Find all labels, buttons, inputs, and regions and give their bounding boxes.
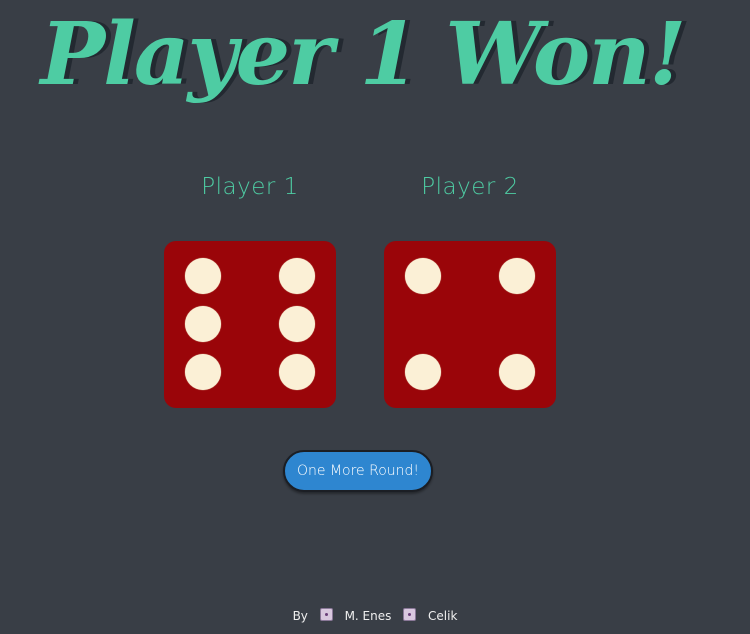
die-pip [499, 354, 535, 390]
die-pip [185, 258, 221, 294]
result-title: Player 1 Won! [40, 4, 687, 105]
player-1-die [164, 241, 336, 408]
player-1-label: Player 1 [201, 174, 299, 200]
die-icon [403, 608, 417, 621]
die-icon [319, 608, 333, 621]
footer-last-name: Celik [428, 609, 458, 623]
player-2-die [384, 241, 556, 408]
die-pip [405, 258, 441, 294]
footer-first-name: M. Enes [344, 609, 392, 623]
die-pip [185, 306, 221, 342]
footer-by: By [292, 609, 308, 623]
die-pip [279, 258, 315, 294]
die-pip [279, 354, 315, 390]
die-pip [185, 354, 221, 390]
footer-credit: By M. Enes Celik [0, 608, 750, 623]
one-more-round-button[interactable]: One More Round! [283, 450, 433, 492]
die-pip [279, 306, 315, 342]
player-2-label: Player 2 [421, 174, 519, 200]
die-pip [499, 258, 535, 294]
die-pip [405, 354, 441, 390]
